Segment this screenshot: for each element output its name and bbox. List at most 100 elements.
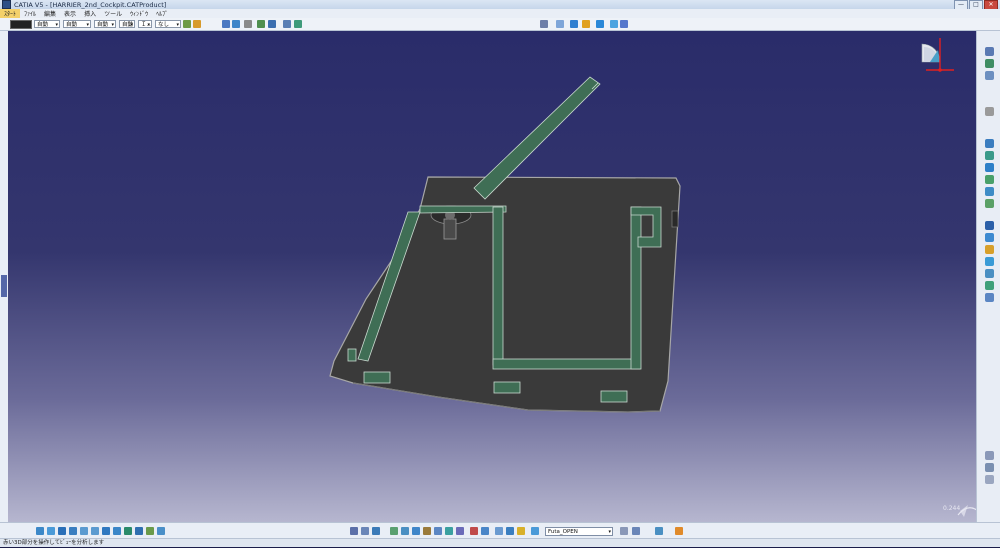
multi-view-icon[interactable]	[113, 527, 121, 535]
transparency-select[interactable]: 自動	[34, 20, 60, 28]
move-icon-4[interactable]	[985, 257, 994, 266]
layer-filter-icon[interactable]	[495, 527, 503, 535]
hide-icon[interactable]	[146, 527, 154, 535]
scene-icon-3[interactable]	[985, 475, 994, 484]
menu-edit[interactable]: 編集	[40, 9, 60, 18]
swap-visible-icon[interactable]	[294, 20, 302, 28]
zoom-in-icon[interactable]	[80, 527, 88, 535]
menu-help[interactable]: ﾍﾙﾌﾟ	[152, 9, 172, 18]
update-icon[interactable]	[985, 107, 994, 116]
bottom-rail	[492, 358, 641, 370]
menu-view[interactable]: 表示	[60, 9, 80, 18]
line-type-select[interactable]: 自動	[94, 20, 116, 28]
rotate-view-icon[interactable]	[69, 527, 77, 535]
compass-widget[interactable]	[916, 36, 956, 74]
iso-view-icon[interactable]	[124, 527, 132, 535]
tree-icon[interactable]	[632, 527, 640, 535]
assembly-workbench-icon[interactable]	[985, 47, 994, 56]
layer-combo[interactable]: Futa_OPEN	[545, 527, 613, 536]
constraint-icon-2[interactable]	[985, 151, 994, 160]
catia-app-icon[interactable]	[2, 0, 11, 9]
tree-indicator	[1, 275, 7, 297]
window-title: CATIA V5 - [HARRIER_2nd_Cockpit.CATProdu…	[14, 0, 167, 9]
fit-all-icon[interactable]	[47, 527, 55, 535]
graphic-properties-toolbar: 自動 自動 自動 自動 Ｉ… なし	[0, 18, 1000, 31]
measure-item-icon[interactable]	[361, 527, 369, 535]
shading-icon[interactable]	[135, 527, 143, 535]
normal-view-icon[interactable]	[244, 20, 252, 28]
clash-bottom-icon[interactable]	[423, 527, 431, 535]
isometric-view-icon[interactable]	[257, 20, 265, 28]
scene-icon[interactable]	[401, 527, 409, 535]
cad-model-view[interactable]	[8, 31, 976, 522]
filter-icon[interactable]	[481, 527, 489, 535]
vertical-rail	[492, 206, 504, 366]
pan-icon[interactable]	[58, 527, 66, 535]
rendering-style-select[interactable]: Ｉ…	[138, 20, 152, 28]
constraint-icon-4[interactable]	[985, 175, 994, 184]
product-icon[interactable]	[985, 59, 994, 68]
bottom-toolbars: Futa_OPEN	[0, 522, 1000, 539]
tool-options-icon[interactable]	[620, 20, 628, 28]
menu-insert[interactable]: 挿入	[80, 9, 100, 18]
move-icon-1[interactable]	[985, 221, 994, 230]
status-bar: 赤い3D部分を操作してﾋﾞｭｰを分析します	[0, 538, 1000, 547]
line-thickness-select[interactable]: 自動	[63, 20, 91, 28]
workbench-toolbar	[976, 31, 1000, 522]
annotate-icon[interactable]	[456, 527, 464, 535]
snap-icon[interactable]	[556, 20, 564, 28]
section-icon[interactable]	[570, 20, 578, 28]
constraint-icon-5[interactable]	[985, 187, 994, 196]
paint-brush-icon[interactable]	[183, 20, 191, 28]
layer-icon[interactable]	[531, 527, 539, 535]
menu-tools[interactable]: ツール	[100, 9, 126, 18]
constraint-icon-6[interactable]	[985, 199, 994, 208]
point-symbol-select[interactable]: 自動	[119, 20, 135, 28]
snap-bottom-icon[interactable]	[412, 527, 420, 535]
view-option-icon[interactable]	[620, 527, 628, 535]
render-style-icon[interactable]	[268, 20, 276, 28]
inertia-icon[interactable]	[372, 527, 380, 535]
measure-icon[interactable]	[540, 20, 548, 28]
analysis-icon[interactable]	[582, 20, 590, 28]
scene-icon-2[interactable]	[985, 463, 994, 472]
fly-mode-icon[interactable]	[222, 20, 230, 28]
macro-icon[interactable]	[675, 527, 683, 535]
move-icon-2[interactable]	[985, 233, 994, 242]
menu-window[interactable]: ｳｨﾝﾄﾞｳ	[126, 9, 152, 18]
sectioning-icon[interactable]	[434, 527, 442, 535]
menu-start[interactable]: ｽﾀｰﾄ	[0, 9, 21, 18]
compass-icon[interactable]	[596, 20, 604, 28]
format-painter-icon[interactable]	[193, 20, 201, 28]
zoom-out-icon[interactable]	[91, 527, 99, 535]
constraint-icon-3[interactable]	[985, 163, 994, 172]
layer-select[interactable]: なし	[155, 20, 181, 28]
scene-icon-1[interactable]	[985, 451, 994, 460]
group-icon[interactable]	[506, 527, 514, 535]
measure-between-icon[interactable]	[350, 527, 358, 535]
color-swatch[interactable]	[10, 20, 32, 29]
hide-show-icon[interactable]	[283, 20, 291, 28]
menu-file[interactable]: ﾌｧｲﾙ	[20, 9, 40, 18]
catalog-icon[interactable]	[390, 527, 398, 535]
rotate-icon[interactable]	[232, 20, 240, 28]
publish-icon[interactable]	[517, 527, 525, 535]
swap-space-icon[interactable]	[157, 527, 165, 535]
knob-shaft	[443, 218, 457, 240]
comment-icon[interactable]	[470, 527, 478, 535]
move-icon-3[interactable]	[985, 245, 994, 254]
view-manager-icon[interactable]	[655, 527, 663, 535]
block-left	[363, 371, 391, 384]
normal-view-icon-bottom[interactable]	[102, 527, 110, 535]
zoom-search-icon[interactable]	[610, 20, 618, 28]
catia-logo-icon	[957, 505, 976, 517]
constraint-icon-1[interactable]	[985, 139, 994, 148]
clash-icon[interactable]	[985, 281, 994, 290]
block-center	[493, 381, 521, 394]
annotation-icon[interactable]	[985, 293, 994, 302]
component-icon[interactable]	[985, 71, 994, 80]
3d-viewport[interactable]: 0.244	[8, 31, 976, 522]
explode-icon[interactable]	[985, 269, 994, 278]
fly-icon[interactable]	[36, 527, 44, 535]
distance-icon[interactable]	[445, 527, 453, 535]
